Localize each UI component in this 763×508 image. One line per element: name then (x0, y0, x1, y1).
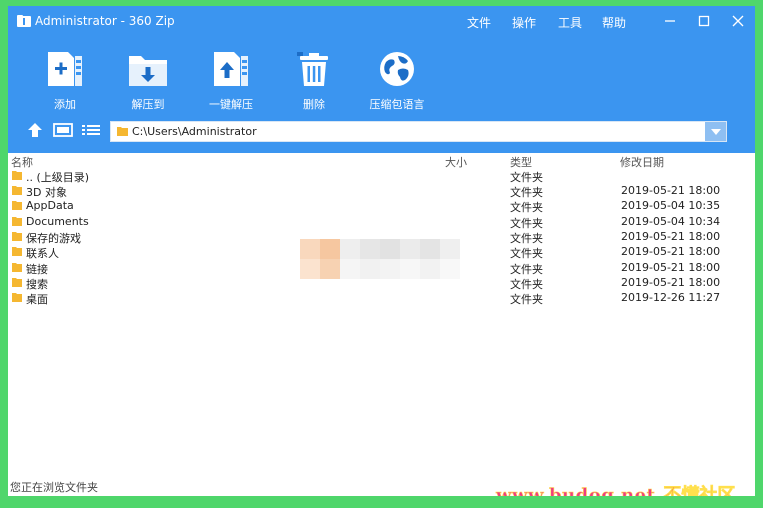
delete-button[interactable]: 删除 (274, 46, 354, 116)
globe-icon (380, 52, 414, 86)
maximize-button[interactable] (690, 10, 718, 32)
list-item[interactable]: 桌面 文件夹 2019-12-26 11:27 (8, 290, 755, 306)
delete-label: 删除 (303, 98, 325, 111)
window-title: Administrator - 360 Zip (35, 14, 175, 28)
file-modified: 2019-12-26 11:27 (621, 291, 721, 304)
list-view-icon[interactable] (81, 122, 101, 138)
folder-icon (12, 293, 22, 302)
close-button[interactable] (724, 10, 752, 32)
watermark-url: www.budog.net (496, 485, 656, 496)
file-name: AppData (26, 199, 74, 212)
file-name: 联系人 (26, 247, 59, 260)
address-path: C:\Users\Administrator (132, 125, 257, 138)
folder-icon (12, 278, 22, 287)
address-dropdown-button[interactable] (705, 122, 726, 141)
file-modified: 2019-05-21 18:00 (621, 230, 721, 243)
list-item[interactable]: AppData 文件夹 2019-05-04 10:35 (8, 198, 755, 214)
menu-tools[interactable]: 工具 (558, 14, 582, 31)
thumbnail-view-icon[interactable] (53, 122, 73, 138)
file-type: 文件夹 (510, 293, 543, 306)
pixelated-blur (300, 239, 460, 279)
list-item[interactable]: .. (上级目录) 文件夹 (8, 168, 755, 184)
add-button[interactable]: 添加 (25, 46, 105, 116)
file-modified: 2019-05-21 18:00 (621, 184, 721, 197)
file-modified: 2019-05-21 18:00 (621, 245, 721, 258)
list-item[interactable]: 3D 对象 文件夹 2019-05-21 18:00 (8, 183, 755, 199)
delete-icon (297, 52, 328, 86)
watermark-site: 不懂社区 (663, 485, 736, 496)
add-archive-icon (48, 52, 82, 86)
chevron-down-icon (710, 128, 721, 135)
app-logo-icon (17, 15, 31, 27)
menu-help[interactable]: 帮助 (602, 14, 626, 31)
archive-language-button[interactable]: 压缩包语言 (357, 46, 437, 116)
folder-icon (12, 232, 22, 241)
file-name: Documents (26, 215, 89, 228)
menu-operate[interactable]: 操作 (512, 14, 536, 31)
extract-to-icon (129, 56, 167, 86)
app-window: Administrator - 360 Zip 文件 操作 工具 帮助 添加 解… (8, 6, 755, 496)
one-click-extract-icon (214, 52, 248, 86)
extract-to-label: 解压到 (131, 98, 165, 111)
file-modified: 2019-05-21 18:00 (621, 261, 721, 274)
minimize-icon (665, 20, 675, 22)
maximize-icon (698, 15, 710, 27)
status-text: 您正在浏览文件夹 (10, 481, 98, 494)
minimize-button[interactable] (656, 10, 684, 32)
title-bar: Administrator - 360 Zip 文件 操作 工具 帮助 (8, 6, 755, 36)
file-modified: 2019-05-04 10:34 (621, 215, 721, 228)
list-item[interactable]: Documents 文件夹 2019-05-04 10:34 (8, 214, 755, 230)
header: Administrator - 360 Zip 文件 操作 工具 帮助 添加 解… (8, 6, 755, 153)
menu-file[interactable]: 文件 (467, 14, 491, 31)
address-bar[interactable]: C:\Users\Administrator (110, 121, 727, 142)
folder-icon (117, 127, 128, 136)
folder-icon (12, 171, 22, 180)
one-click-extract-label: 一键解压 (209, 98, 253, 111)
file-type: 文件夹 (510, 201, 543, 214)
up-arrow-icon[interactable] (27, 122, 43, 138)
file-modified: 2019-05-21 18:00 (621, 276, 721, 289)
folder-icon (12, 247, 22, 256)
archive-language-label: 压缩包语言 (369, 98, 425, 111)
file-name: 桌面 (26, 293, 48, 306)
extract-to-button[interactable]: 解压到 (108, 46, 188, 116)
close-icon (732, 15, 744, 27)
folder-icon (12, 186, 22, 195)
one-click-extract-button[interactable]: 一键解压 (191, 46, 271, 116)
folder-icon (12, 263, 22, 272)
file-modified: 2019-05-04 10:35 (621, 199, 721, 212)
file-type: 文件夹 (510, 247, 543, 260)
watermark: www.budog.net 不懂社区 (496, 481, 736, 496)
folder-icon (12, 217, 22, 226)
add-label: 添加 (54, 98, 76, 111)
folder-icon (12, 201, 22, 210)
